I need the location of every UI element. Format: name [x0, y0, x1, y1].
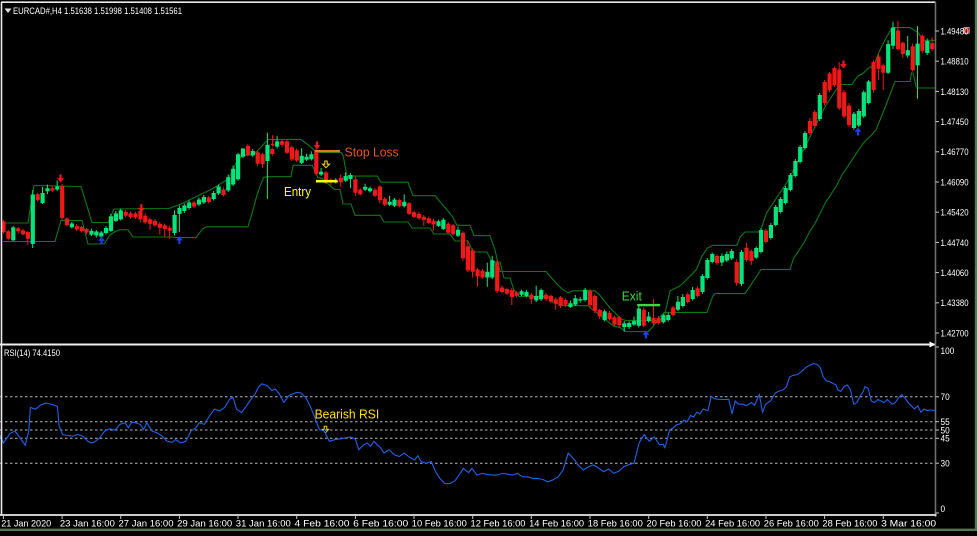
svg-text:1.46090: 1.46090: [941, 177, 969, 188]
svg-text:27 Jan 16:00: 27 Jan 16:00: [119, 519, 174, 530]
svg-text:1.47450: 1.47450: [941, 117, 969, 128]
svg-text:21 Jan 2020: 21 Jan 2020: [1, 519, 51, 530]
svg-text:1.42700: 1.42700: [941, 328, 969, 339]
svg-text:1.44060: 1.44060: [941, 268, 969, 279]
svg-text:1.43380: 1.43380: [941, 298, 969, 309]
svg-text:1.49480: 1.49480: [941, 26, 969, 37]
svg-text:100: 100: [941, 346, 955, 357]
svg-text:12 Feb 16:00: 12 Feb 16:00: [471, 519, 526, 530]
svg-text:70: 70: [941, 392, 950, 403]
svg-text:RSI(14) 74.4150: RSI(14) 74.4150: [4, 348, 60, 359]
svg-text:Exit: Exit: [622, 290, 642, 304]
svg-text:29 Jan 16:00: 29 Jan 16:00: [177, 519, 232, 530]
svg-text:23 Jan 16:00: 23 Jan 16:00: [60, 519, 115, 530]
svg-text:Bearish RSI: Bearish RSI: [315, 407, 380, 421]
svg-text:1.44740: 1.44740: [941, 238, 969, 249]
svg-text:28 Feb 16:00: 28 Feb 16:00: [822, 519, 877, 530]
svg-text:26 Feb 16:00: 26 Feb 16:00: [764, 519, 819, 530]
svg-text:0: 0: [941, 504, 946, 515]
svg-text:10 Feb 16:00: 10 Feb 16:00: [412, 519, 467, 530]
svg-text:1.48810: 1.48810: [941, 57, 969, 68]
svg-text:24 Feb 16:00: 24 Feb 16:00: [705, 519, 760, 530]
svg-text:4 Feb 16:00: 4 Feb 16:00: [295, 519, 350, 530]
svg-text:31 Jan 16:00: 31 Jan 16:00: [236, 519, 291, 530]
svg-text:1.45420: 1.45420: [941, 208, 969, 219]
svg-text:Stop Loss: Stop Loss: [345, 146, 399, 160]
svg-text:20 Feb 16:00: 20 Feb 16:00: [647, 519, 702, 530]
svg-text:1.46770: 1.46770: [941, 147, 969, 158]
svg-text:18 Feb 16:00: 18 Feb 16:00: [588, 519, 643, 530]
svg-text:30: 30: [941, 459, 950, 470]
svg-text:6 Feb 16:00: 6 Feb 16:00: [353, 519, 408, 530]
svg-text:EURCAD#,H4 1.51638 1.51998 1.: EURCAD#,H4 1.51638 1.51998 1.51408 1.515…: [13, 6, 182, 17]
svg-text:3 Mar 16:00: 3 Mar 16:00: [881, 519, 936, 530]
svg-text:1.48130: 1.48130: [941, 87, 969, 98]
svg-text:Entry: Entry: [284, 185, 312, 199]
svg-text:45: 45: [941, 434, 950, 445]
svg-text:14 Feb 16:00: 14 Feb 16:00: [529, 519, 584, 530]
